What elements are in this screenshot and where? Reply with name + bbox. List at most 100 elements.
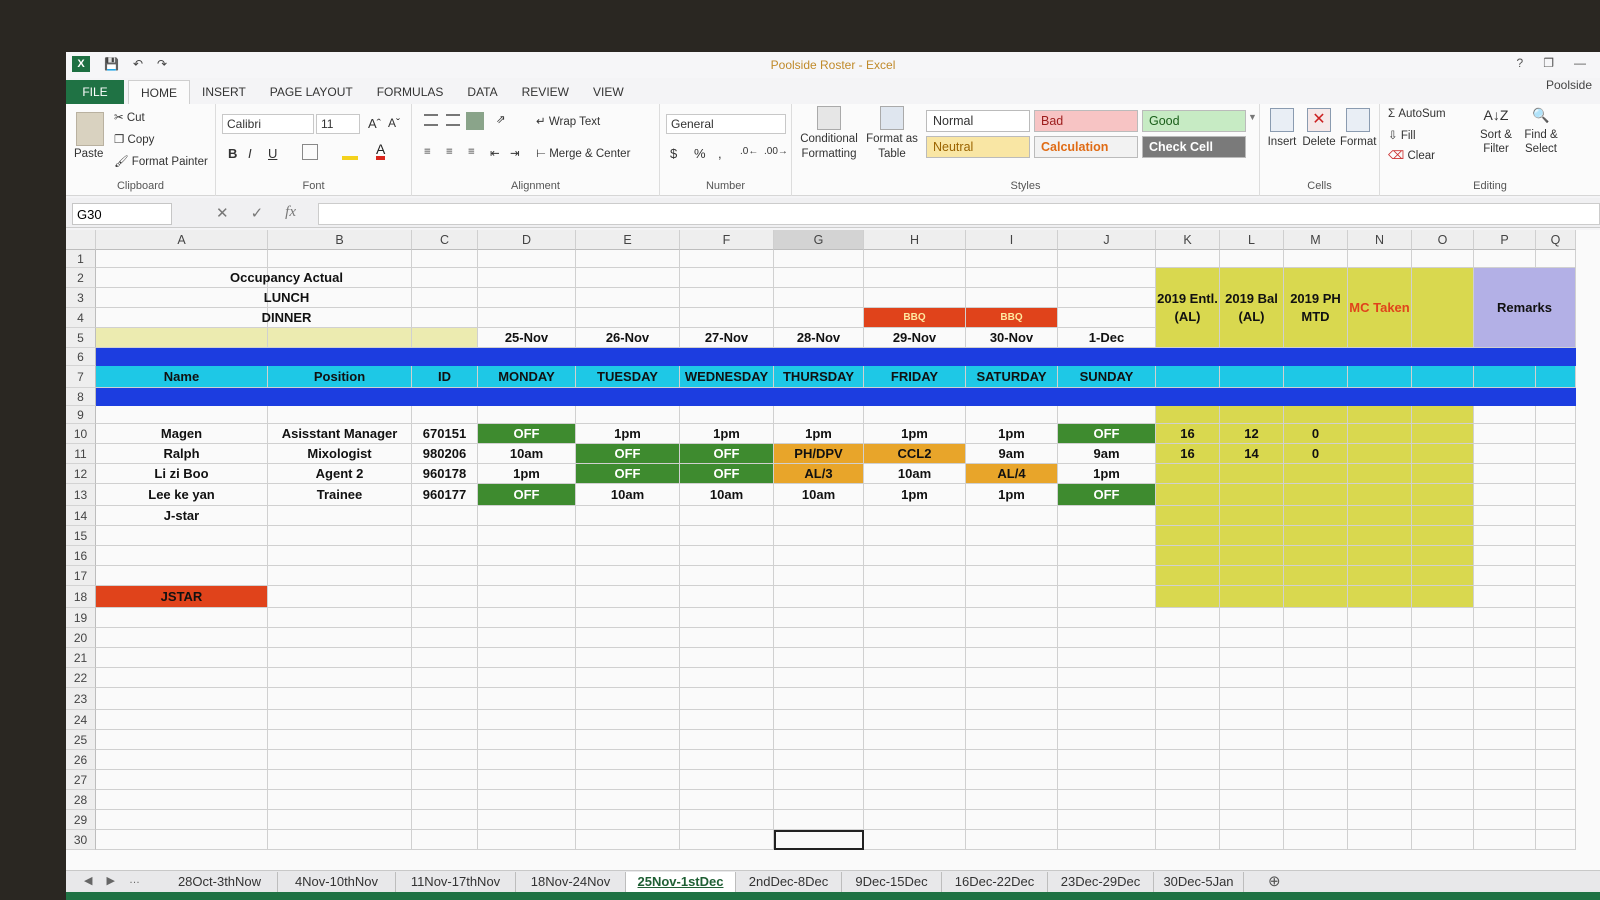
balance-cell[interactable] (1284, 406, 1348, 424)
cell[interactable] (1058, 810, 1156, 830)
shift-cell[interactable]: 1pm (966, 424, 1058, 444)
balance-cell[interactable] (1348, 424, 1412, 444)
sheet-tab[interactable]: 16Dec-22Dec (942, 872, 1048, 892)
cell[interactable] (478, 526, 576, 546)
shift-cell[interactable]: 10am (680, 484, 774, 506)
balance-cell[interactable] (1220, 566, 1284, 586)
cell[interactable] (1474, 810, 1536, 830)
cell[interactable] (478, 730, 576, 750)
row-header[interactable]: 16 (66, 546, 96, 566)
cell[interactable] (412, 830, 478, 850)
balance-cell[interactable] (1284, 566, 1348, 586)
cell[interactable] (1220, 770, 1284, 790)
cell[interactable] (1474, 444, 1536, 464)
row-header[interactable]: 1 (66, 250, 96, 268)
shift-cell[interactable]: 10am (774, 484, 864, 506)
header-strip[interactable] (96, 328, 268, 348)
cell[interactable] (1058, 586, 1156, 608)
cell[interactable] (576, 526, 680, 546)
cell[interactable] (1536, 586, 1576, 608)
cell[interactable] (412, 628, 478, 648)
cell[interactable] (680, 586, 774, 608)
cell[interactable] (1474, 406, 1536, 424)
cell[interactable] (1536, 688, 1576, 710)
cell[interactable] (966, 668, 1058, 688)
sheet-tab[interactable]: 25Nov-1stDec (626, 872, 736, 892)
cell[interactable] (1058, 790, 1156, 810)
shift-cell[interactable]: 9am (966, 444, 1058, 464)
row-header[interactable]: 11 (66, 444, 96, 464)
staff-id[interactable]: 960178 (412, 464, 478, 484)
cell[interactable] (1156, 648, 1220, 668)
cell[interactable] (966, 710, 1058, 730)
cell[interactable] (680, 810, 774, 830)
cell[interactable] (1474, 566, 1536, 586)
cell[interactable] (1284, 648, 1348, 668)
cell[interactable] (774, 546, 864, 566)
cell[interactable] (1220, 790, 1284, 810)
cell[interactable] (680, 668, 774, 688)
cell[interactable] (1058, 406, 1156, 424)
cell[interactable] (864, 250, 966, 268)
cell[interactable] (774, 810, 864, 830)
style-normal[interactable]: Normal (926, 110, 1030, 132)
column-header[interactable]: O (1412, 230, 1474, 250)
cell[interactable] (1220, 608, 1284, 628)
cell[interactable] (1412, 790, 1474, 810)
cell[interactable] (268, 566, 412, 586)
day-header[interactable]: MONDAY (478, 366, 576, 388)
tab-formulas[interactable]: FORMULAS (365, 80, 456, 104)
cell[interactable] (1058, 566, 1156, 586)
cell[interactable] (1058, 308, 1156, 328)
decrease-decimal-icon[interactable]: .00→ (764, 146, 788, 157)
clear-button[interactable]: ⌫ Clear (1388, 148, 1435, 162)
sort-filter-button[interactable]: A↓Z Sort & Filter (1476, 108, 1516, 156)
cell[interactable] (1412, 250, 1474, 268)
shift-cell[interactable]: 1pm (680, 424, 774, 444)
cell[interactable] (864, 628, 966, 648)
balance-cell[interactable] (1348, 464, 1412, 484)
balance-cell[interactable] (1156, 506, 1220, 526)
cell[interactable] (966, 586, 1058, 608)
cell[interactable] (1536, 566, 1576, 586)
column-header[interactable]: E (576, 230, 680, 250)
header-fill[interactable] (1156, 366, 1220, 388)
cell[interactable] (1220, 668, 1284, 688)
row-header[interactable]: 13 (66, 484, 96, 506)
cell[interactable] (478, 710, 576, 730)
cell[interactable] (1220, 750, 1284, 770)
leave-balance-cell[interactable]: 12 (1220, 424, 1284, 444)
cell[interactable] (1348, 730, 1412, 750)
formula-input[interactable] (318, 203, 1600, 225)
cell[interactable] (478, 308, 576, 328)
cell[interactable] (1058, 268, 1156, 288)
row-header[interactable]: 23 (66, 688, 96, 710)
bbq-friday-badge[interactable]: BBQ (864, 308, 966, 328)
cell[interactable] (774, 608, 864, 628)
cell[interactable] (1412, 688, 1474, 710)
row-header[interactable]: 2 (66, 268, 96, 288)
bold-icon[interactable]: B (228, 146, 237, 161)
row-header[interactable]: 21 (66, 648, 96, 668)
leave-balance-cell[interactable] (1220, 464, 1284, 484)
leave-balance-cell[interactable]: 14 (1220, 444, 1284, 464)
enter-icon[interactable]: ✓ (251, 204, 264, 222)
column-header[interactable]: J (1058, 230, 1156, 250)
cell[interactable] (864, 688, 966, 710)
cell[interactable] (268, 710, 412, 730)
row-header[interactable]: 12 (66, 464, 96, 484)
header-fill[interactable] (1412, 366, 1474, 388)
day-header[interactable]: TUESDAY (576, 366, 680, 388)
sheet-tab[interactable]: 2ndDec-8Dec (736, 872, 842, 892)
shift-cell[interactable]: OFF (680, 444, 774, 464)
staff-name[interactable]: J-star (96, 506, 268, 526)
cell[interactable] (966, 526, 1058, 546)
cell[interactable] (1348, 810, 1412, 830)
cell[interactable] (1536, 770, 1576, 790)
header-fill[interactable] (1220, 366, 1284, 388)
cell[interactable] (1156, 810, 1220, 830)
cancel-icon[interactable]: ✕ (216, 204, 229, 222)
cell[interactable] (96, 628, 268, 648)
shift-cell[interactable]: 9am (1058, 444, 1156, 464)
spreadsheet-grid[interactable]: A B C D E F G H I J K L M N O P Q 1 2 3 4 5 6 7 8 9 10 11 12 13 14 15 16… (66, 230, 1600, 870)
